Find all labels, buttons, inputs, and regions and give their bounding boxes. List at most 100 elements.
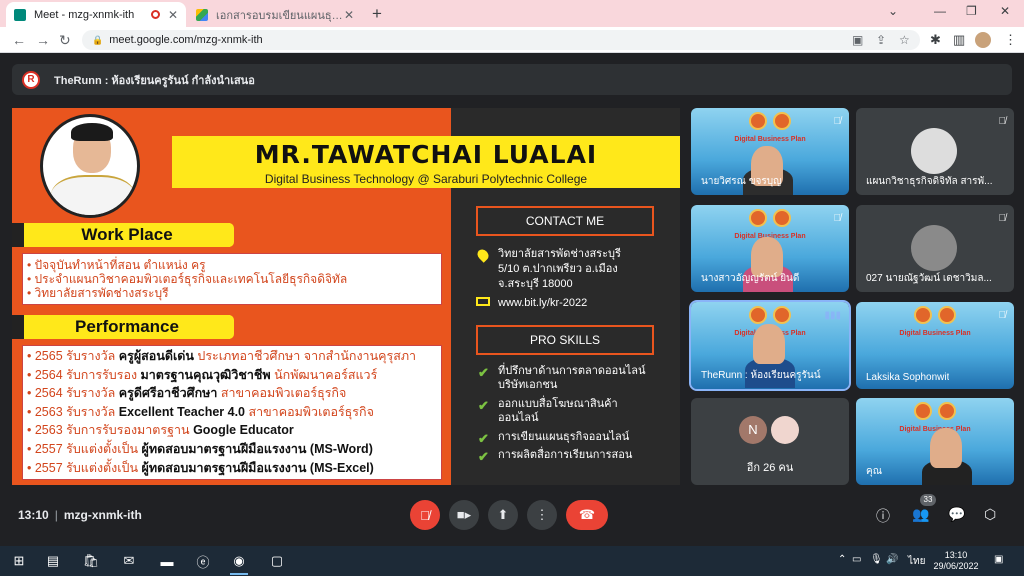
- chrome-icon[interactable]: ◉: [230, 552, 248, 575]
- performance-box: • 2565 รับรางวัล ครูผู้สอนดีเด่น ประเภทอ…: [22, 345, 442, 480]
- hang-up-icon: ☎: [578, 507, 596, 522]
- check-icon: ✔: [478, 431, 489, 446]
- skill-line: ออนไลน์: [498, 412, 539, 424]
- participant-count-badge: 33: [920, 494, 936, 506]
- avatar: [771, 416, 799, 444]
- reload-icon[interactable]: ↻: [59, 32, 71, 49]
- restore-icon[interactable]: ❐: [966, 4, 977, 18]
- performance-heading: Performance: [12, 315, 234, 339]
- system-clock[interactable]: 13:10 29/06/2022: [928, 550, 984, 572]
- bookmark-star-icon[interactable]: ☆: [899, 33, 910, 47]
- muted-mic-icon: 🎙̸: [833, 116, 842, 127]
- browser-tab-bar: Meet - mzg-xnmk-ith ✕ เอกสารอบรมเขียนแผน…: [0, 0, 1024, 27]
- muted-mic-icon: 🎙̸: [998, 116, 1007, 127]
- side-panel-icon[interactable]: ▥: [953, 32, 965, 48]
- skill-line: บริษัทเอกชน: [498, 379, 558, 391]
- lock-icon: 🔒: [92, 34, 104, 45]
- participant-tile-self[interactable]: Digital Business Plan คุณ: [856, 398, 1014, 485]
- performance-item: • 2564 รับการรับรอง มาตรฐานคุณวุฒิวิชาชี…: [27, 367, 378, 382]
- participant-tile[interactable]: 🎙̸ 027 นายณัฐวัฒน์ เดชาวิมล...: [856, 205, 1014, 292]
- mic-toggle-button[interactable]: 🎙̸: [410, 500, 440, 530]
- info-icon[interactable]: ⓘ: [876, 506, 890, 526]
- skill-line: การเขียนแผนธุรกิจออนไลน์: [498, 431, 630, 443]
- participant-name: นางสาวอัญญรัตน์ ยินดี: [701, 273, 800, 284]
- participant-name: 027 นายณัฐวัฒน์ เดชาวิมล...: [866, 273, 992, 284]
- tab-meet[interactable]: Meet - mzg-xnmk-ith ✕: [6, 2, 186, 27]
- work-place-heading: Work Place: [12, 223, 234, 247]
- camera-toggle-button[interactable]: ■▸: [449, 500, 479, 530]
- tab-title: เอกสารอบรมเขียนแผนธุรกิจออนไลน์ ใ: [216, 9, 344, 22]
- minimize-icon[interactable]: —: [934, 4, 946, 18]
- address-bar-row: ← → ↻ 🔒 meet.google.com/mzg-xnmk-ith ▣ ⇪…: [0, 27, 1024, 53]
- participant-tile[interactable]: 🎙̸ แผนกวิชาธุรกิจดิจิทัล สารพั...: [856, 108, 1014, 195]
- others-tile[interactable]: N อีก 26 คน: [691, 398, 849, 485]
- participant-tile[interactable]: Digital Business Plan 🎙̸ นางสาวอัญญรัตน์…: [691, 205, 849, 292]
- address-line: 5/10 ต.ปากเพรียว อ.เมือง: [498, 263, 618, 275]
- close-window-icon[interactable]: ✕: [1000, 4, 1010, 18]
- tray-chevron-icon[interactable]: ⌃: [838, 554, 846, 565]
- language-indicator[interactable]: ไทย: [908, 554, 925, 569]
- task-view-icon[interactable]: ▤: [44, 552, 62, 570]
- extensions-icon[interactable]: ✱: [930, 32, 941, 48]
- store-icon[interactable]: 🛍: [82, 552, 100, 570]
- menu-dots-icon[interactable]: ⋮: [1004, 32, 1017, 48]
- performance-item: • 2563 รับรางวัล Excellent Teacher 4.0 ส…: [27, 404, 374, 419]
- check-icon: ✔: [478, 449, 489, 464]
- speaking-indicator-icon: ▮▮▮: [824, 310, 841, 321]
- presenter-photo: [40, 114, 140, 218]
- people-icon[interactable]: 👥: [912, 506, 929, 523]
- more-options-button[interactable]: ⋮: [527, 500, 557, 530]
- share-icon[interactable]: ⇪: [876, 33, 886, 47]
- present-button[interactable]: ⬆: [488, 500, 518, 530]
- avatar: [911, 128, 957, 174]
- end-call-button[interactable]: ☎: [566, 500, 608, 530]
- presented-slide: MR.TAWATCHAI LUALAI Digital Business Tec…: [12, 108, 680, 485]
- microphone-tray-icon[interactable]: 🎙: [870, 554, 883, 565]
- presenter-subtitle: Digital Business Technology @ Saraburi P…: [264, 172, 588, 186]
- meet-favicon-icon: [14, 8, 26, 21]
- drive-favicon-icon: [196, 8, 208, 21]
- check-icon: ✔: [478, 398, 489, 413]
- back-icon[interactable]: ←: [12, 32, 26, 48]
- line-app-icon[interactable]: ▢: [268, 552, 286, 570]
- new-tab-button[interactable]: +: [372, 4, 382, 24]
- file-explorer-icon[interactable]: ▬: [158, 552, 176, 570]
- participant-name: Laksika Sophonwit: [866, 372, 950, 383]
- tab-document[interactable]: เอกสารอบรมเขียนแผนธุรกิจออนไลน์ ใ ✕: [188, 2, 362, 27]
- more-dots-icon: ⋮: [535, 507, 549, 522]
- meeting-time: 13:10: [18, 508, 49, 522]
- mail-icon[interactable]: ✉: [120, 552, 138, 570]
- performance-item: • 2565 รับรางวัล ครูผู้สอนดีเด่น ประเภทอ…: [27, 349, 417, 363]
- participant-tile[interactable]: Digital Business Plan 🎙̸ นายวิศรณ ขจรบุญ: [691, 108, 849, 195]
- recording-icon: [150, 10, 160, 19]
- work-place-item: • วิทยาลัยสารพัดช่างสระบุรี: [27, 286, 169, 300]
- tile-banner: Digital Business Plan: [899, 330, 971, 337]
- profile-avatar[interactable]: [975, 32, 991, 48]
- activities-icon[interactable]: ⬡: [984, 506, 996, 523]
- present-screen-icon: ⬆: [497, 507, 509, 522]
- participant-tile[interactable]: Digital Business Plan 🎙̸ Laksika Sophonw…: [856, 302, 1014, 389]
- muted-mic-icon: 🎙̸: [998, 310, 1007, 321]
- close-tab-icon[interactable]: ✕: [168, 8, 178, 22]
- performance-item: • 2557 รับแต่งตั้งเป็น ผู้ทดสอบมาตรฐานฝี…: [27, 460, 374, 475]
- network-icon[interactable]: ▭: [852, 554, 861, 565]
- volume-icon[interactable]: 🔊: [886, 554, 898, 565]
- presenting-text: TheRunn : ห้องเรียนครูรันน์ กำลังนำเสนอ: [54, 74, 255, 87]
- windows-taskbar: ⊞ ▤ 🛍 ✉ ▬ ⓔ ◉ ▢ ⌃ ▭ 🎙 🔊 ไทย 13:10 29/06/…: [0, 546, 1024, 576]
- notification-icon[interactable]: ▣: [994, 554, 1003, 565]
- muted-mic-icon: 🎙̸: [998, 213, 1007, 224]
- participant-name: TheRunn : ห้องเรียนครูรันน์: [701, 370, 821, 381]
- edge-icon[interactable]: ⓔ: [194, 552, 212, 570]
- close-tab-icon[interactable]: ✕: [344, 8, 354, 22]
- mic-off-icon: 🎙̸: [420, 507, 430, 523]
- url-input[interactable]: 🔒 meet.google.com/mzg-xnmk-ith: [82, 30, 920, 50]
- windows-start-icon[interactable]: ⊞: [10, 552, 28, 570]
- performance-item: • 2557 รับแต่งตั้งเป็น ผู้ทดสอบมาตรฐานฝี…: [27, 441, 373, 456]
- chat-icon[interactable]: 💬: [948, 506, 965, 523]
- chevron-down-icon[interactable]: ⌄: [888, 4, 898, 18]
- participant-tile-speaking[interactable]: Digital Business Plan ▮▮▮ TheRunn : ห้อง…: [689, 300, 851, 391]
- laptop-icon: [476, 297, 490, 306]
- work-place-item: • ปัจจุบันทำหน้าที่สอน ตำแหน่ง ครู: [27, 258, 206, 272]
- camera-icon[interactable]: ▣: [852, 33, 863, 47]
- forward-icon[interactable]: →: [36, 32, 50, 48]
